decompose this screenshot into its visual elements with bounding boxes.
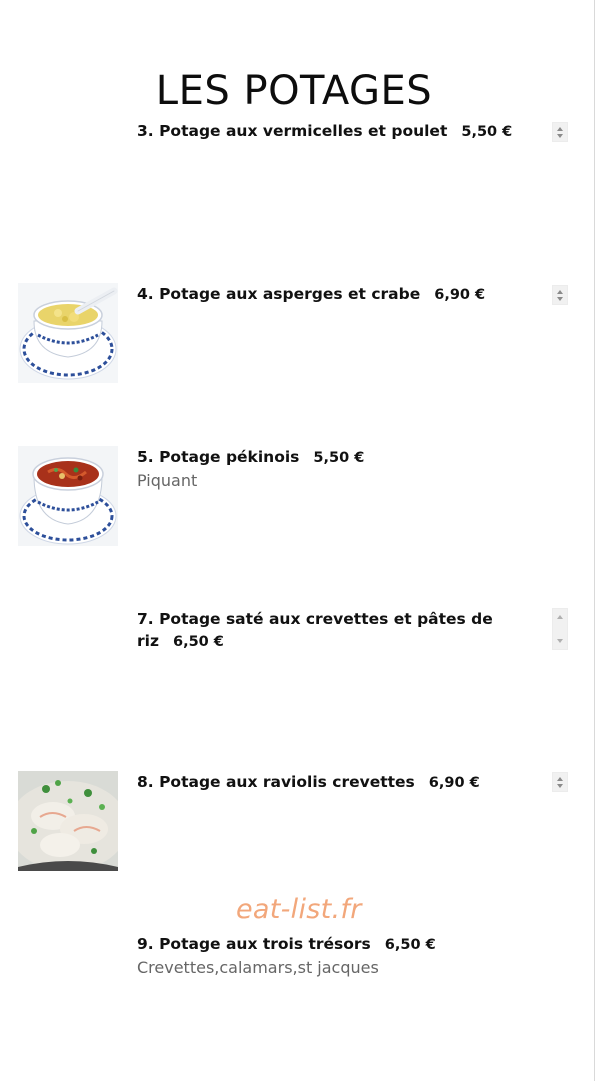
quantity-stepper[interactable] — [552, 772, 568, 792]
soup-photo-icon — [18, 771, 118, 871]
menu-item-name: 5. Potage pékinois — [137, 448, 300, 466]
menu-item-description: Piquant — [137, 471, 198, 490]
stepper-up-icon[interactable] — [557, 777, 563, 781]
soup-photo-icon — [18, 446, 118, 546]
stepper-up-icon[interactable] — [557, 615, 563, 619]
menu-item-price: 6,50 € — [384, 937, 436, 953]
menu-item-price: 5,50 € — [313, 450, 365, 466]
quantity-stepper[interactable] — [552, 608, 568, 650]
menu-item-name: 9. Potage aux trois trésors — [137, 935, 371, 953]
corn-crab-soup-image — [18, 283, 118, 383]
menu-item-price: 6,90 € — [428, 775, 480, 791]
page-edge-divider — [594, 0, 595, 1081]
quantity-stepper[interactable] — [552, 122, 568, 142]
menu-item-text: 7. Potage saté aux crevettes et pâtes de… — [137, 608, 547, 653]
spicy-soup-image — [18, 446, 118, 546]
menu-item-name: 4. Potage aux asperges et crabe — [137, 285, 421, 303]
menu-item-text: 5. Potage pékinois 5,50 € Piquant — [137, 446, 547, 492]
stepper-up-icon[interactable] — [557, 290, 563, 294]
menu-item-text: 9. Potage aux trois trésors 6,50 € Crevet… — [137, 933, 547, 979]
stepper-up-icon[interactable] — [557, 127, 563, 131]
menu-item-price: 5,50 € — [461, 124, 513, 140]
menu-item-description: Crevettes,calamars,st jacques — [137, 958, 379, 977]
quantity-stepper[interactable] — [552, 285, 568, 305]
menu-item-text: 8. Potage aux raviolis crevettes 6,90 € — [137, 771, 547, 794]
menu-item-text: 4. Potage aux asperges et crabe 6,90 € — [137, 283, 547, 306]
stepper-down-icon[interactable] — [557, 639, 563, 643]
soup-photo-icon — [18, 283, 118, 383]
wonton-soup-image — [18, 771, 118, 871]
menu-item-price: 6,50 € — [172, 634, 224, 650]
menu-item-name: 8. Potage aux raviolis crevettes — [137, 773, 415, 791]
page-title: LES POTAGES — [155, 67, 433, 114]
stepper-down-icon[interactable] — [557, 784, 563, 788]
stepper-down-icon[interactable] — [557, 297, 563, 301]
stepper-down-icon[interactable] — [557, 134, 563, 138]
menu-item-name: 3. Potage aux vermicelles et poulet — [137, 122, 448, 140]
menu-item-price: 6,90 € — [434, 287, 486, 303]
menu-item-text: 3. Potage aux vermicelles et poulet 5,50 … — [137, 120, 547, 143]
watermark: eat-list.fr — [236, 894, 362, 925]
